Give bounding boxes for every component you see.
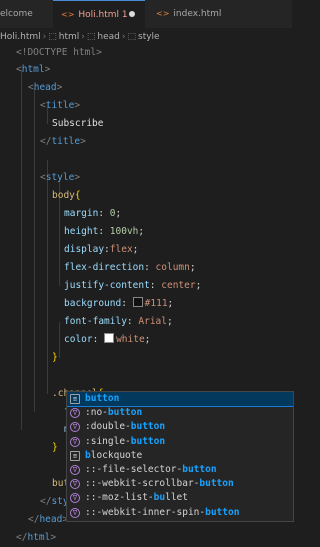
keyword-icon: ≡ [70,394,80,404]
css-declaration: color: white; [64,333,151,345]
element-icon: ⬚ [127,32,137,42]
element-icon: ⬚ [48,32,57,42]
color-swatch[interactable] [132,297,143,307]
autocomplete-popup[interactable]: ≡ button ∇:no-button ∇:double-button ∇:si… [66,391,294,522]
breadcrumb-item-file[interactable]: Holi.html [0,32,41,42]
code-line: </sty [40,496,69,507]
breadcrumb-item-style[interactable]: style [138,32,160,42]
indent-guide [21,70,22,430]
code-line: body{ [52,190,81,201]
breadcrumb-item-html[interactable]: html [59,32,80,42]
editor-tab-bar: elcome <> Holi.html 1 <> index.html [0,0,292,29]
pseudo-selector-icon: ∇ [70,436,80,447]
css-selector: body [52,190,75,201]
pseudo-selector-icon: ∇ [70,493,80,504]
css-declaration: flex-direction: column; [64,262,196,273]
code-line: <head> [28,82,63,93]
indent-guide [47,160,48,394]
color-swatch[interactable] [104,333,115,343]
css-declaration: font-family: Arial; [64,316,173,327]
css-declaration: height: 100vh; [64,226,145,237]
html-file-icon: <> [61,10,75,19]
tab-label: elcome [0,9,33,19]
tab-welcome[interactable]: elcome [0,0,52,28]
code-line: </html> [16,532,57,543]
tab-label: Holi.html 1 [78,10,128,20]
indent-guide [59,322,60,358]
css-declaration: justify-content: center; [64,280,202,291]
suggestion-item[interactable]: ∇::-webkit-inner-spin-button [67,506,293,520]
keyword-icon: ≡ [70,450,80,461]
css-declaration: background: #111; [64,297,174,309]
code-line: </head> [28,514,68,525]
code-line: <!DOCTYPE html> [16,44,102,62]
code-line: } [52,442,58,453]
code-line: <html> [16,64,51,75]
pseudo-selector-icon: ∇ [70,479,80,490]
code-line: </title> [40,136,86,147]
suggestion-item[interactable]: ∇:double-button [67,420,293,434]
suggestion-item[interactable]: ∇:single-button [67,435,293,449]
code-line: <style> [40,172,81,183]
css-declaration: display:flex; [64,244,139,255]
chevron-right-icon: › [42,32,47,42]
suggestion-item[interactable]: ∇:no-button [67,406,293,420]
html-file-icon: <> [156,9,170,18]
css-declaration: margin: 0; [64,208,122,219]
suggestion-item[interactable]: ≡ button [67,392,293,408]
code-line: } [52,352,58,363]
doctype-text: <!DOCTYPE html> [16,47,102,58]
tab-label: index.html [173,9,222,19]
unsaved-dot-icon[interactable] [129,11,135,17]
indent-guide [34,88,35,412]
chevron-right-icon: › [81,32,85,42]
tab-index-html[interactable]: <> index.html [148,0,238,28]
suggestion-item[interactable]: ≡ blockquote [67,449,293,463]
pseudo-selector-icon: ∇ [70,464,80,475]
chevron-right-icon: › [121,32,126,42]
pseudo-selector-icon: ∇ [70,408,80,419]
suggestion-item[interactable]: ∇::-moz-list-bullet [67,491,293,505]
element-icon: ⬚ [86,32,96,42]
code-line: Subscribe [52,115,103,133]
breadcrumb-item-head[interactable]: head [97,32,119,42]
pseudo-selector-icon: ∇ [70,507,80,518]
pseudo-selector-icon: ∇ [70,422,80,433]
title-text: Subscribe [52,118,104,129]
suggestion-item[interactable]: ∇::-webkit-scrollbar-button [67,477,293,491]
code-line: <title> [40,100,81,111]
suggestion-item[interactable]: ∇::-file-selector-button [67,463,293,477]
